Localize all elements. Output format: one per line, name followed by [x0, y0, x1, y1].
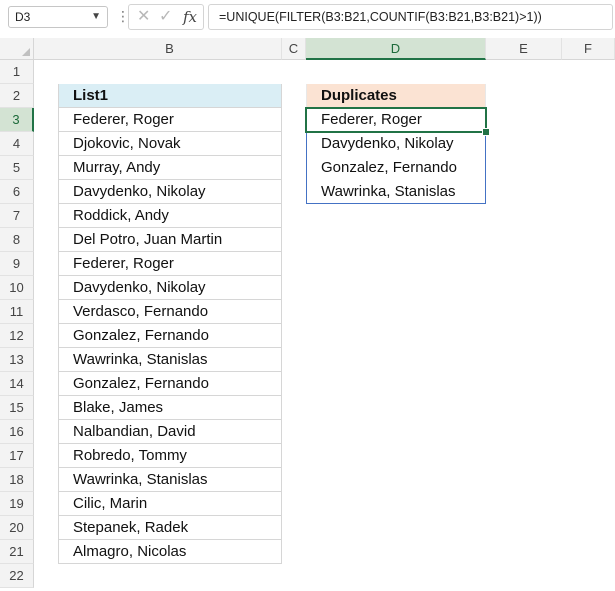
fill-handle[interactable]: [482, 128, 490, 136]
duplicates-cell[interactable]: Davydenko, Nikolay: [306, 132, 486, 156]
row-header-4[interactable]: 4: [0, 132, 34, 156]
duplicates-header[interactable]: Duplicates: [306, 84, 486, 108]
list1-cell[interactable]: Robredo, Tommy: [58, 444, 282, 468]
duplicates-cell[interactable]: Wawrinka, Stanislas: [306, 180, 486, 204]
row-header-13[interactable]: 13: [0, 348, 34, 372]
row-header-20[interactable]: 20: [0, 516, 34, 540]
row-header-1[interactable]: 1: [0, 60, 34, 84]
list1-cell[interactable]: Murray, Andy: [58, 156, 282, 180]
row-header-15[interactable]: 15: [0, 396, 34, 420]
list1-cell[interactable]: Wawrinka, Stanislas: [58, 468, 282, 492]
list1-header[interactable]: List1: [58, 84, 282, 108]
row-header-17[interactable]: 17: [0, 444, 34, 468]
row-header-22[interactable]: 22: [0, 564, 34, 588]
row-header-10[interactable]: 10: [0, 276, 34, 300]
list1-cell[interactable]: Roddick, Andy: [58, 204, 282, 228]
row-header-16[interactable]: 16: [0, 420, 34, 444]
insert-function-icon[interactable]: fx: [183, 8, 197, 26]
list1-cell[interactable]: Davydenko, Nikolay: [58, 180, 282, 204]
list1-cell[interactable]: Gonzalez, Fernando: [58, 324, 282, 348]
row-header-12[interactable]: 12: [0, 324, 34, 348]
list1-cell[interactable]: Verdasco, Fernando: [58, 300, 282, 324]
name-box[interactable]: D3 ▼: [8, 6, 108, 28]
check-icon[interactable]: ✓: [159, 8, 172, 26]
row-header-9[interactable]: 9: [0, 252, 34, 276]
list1-cell[interactable]: Cilic, Marin: [58, 492, 282, 516]
list1-cell[interactable]: Del Potro, Juan Martin: [58, 228, 282, 252]
column-header-b[interactable]: B: [58, 38, 282, 60]
active-cell-border: [305, 107, 487, 133]
list1-cell[interactable]: Wawrinka, Stanislas: [58, 348, 282, 372]
list1-cell[interactable]: Stepanek, Radek: [58, 516, 282, 540]
row-header-18[interactable]: 18: [0, 468, 34, 492]
formula-buttons: ✕ ✓ fx: [128, 4, 204, 30]
list1-cell[interactable]: Federer, Roger: [58, 108, 282, 132]
list1-cell[interactable]: Nalbandian, David: [58, 420, 282, 444]
formula-bar-area: D3 ▼ ⋮ ✕ ✓ fx =UNIQUE(FILTER(B3:B21,COUN…: [0, 0, 615, 38]
row-header-5[interactable]: 5: [0, 156, 34, 180]
formula-input[interactable]: =UNIQUE(FILTER(B3:B21,COUNTIF(B3:B21,B3:…: [208, 4, 613, 30]
name-box-value: D3: [15, 10, 31, 24]
row-header-11[interactable]: 11: [0, 300, 34, 324]
list1-cell[interactable]: Federer, Roger: [58, 252, 282, 276]
chevron-down-icon[interactable]: ▼: [91, 7, 101, 27]
row-header-2[interactable]: 2: [0, 84, 34, 108]
list1-cell[interactable]: Almagro, Nicolas: [58, 540, 282, 564]
more-options-icon[interactable]: ⋮: [116, 7, 130, 27]
row-header-8[interactable]: 8: [0, 228, 34, 252]
worksheet-grid[interactable]: ABCDEF 123456789101112131415161718192021…: [0, 38, 615, 591]
row-header-7[interactable]: 7: [0, 204, 34, 228]
row-header-14[interactable]: 14: [0, 372, 34, 396]
list1-cell[interactable]: Blake, James: [58, 396, 282, 420]
cancel-icon[interactable]: ✕: [137, 8, 150, 26]
list1-cell[interactable]: Gonzalez, Fernando: [58, 372, 282, 396]
column-header-c[interactable]: C: [282, 38, 306, 60]
column-header-d[interactable]: D: [306, 38, 486, 60]
row-header-21[interactable]: 21: [0, 540, 34, 564]
row-header-3[interactable]: 3: [0, 108, 34, 132]
select-all-corner[interactable]: [0, 38, 34, 60]
row-header-6[interactable]: 6: [0, 180, 34, 204]
row-header-19[interactable]: 19: [0, 492, 34, 516]
duplicates-cell[interactable]: Gonzalez, Fernando: [306, 156, 486, 180]
list1-cell[interactable]: Djokovic, Novak: [58, 132, 282, 156]
list1-cell[interactable]: Davydenko, Nikolay: [58, 276, 282, 300]
column-header-f[interactable]: F: [562, 38, 615, 60]
column-header-e[interactable]: E: [486, 38, 562, 60]
